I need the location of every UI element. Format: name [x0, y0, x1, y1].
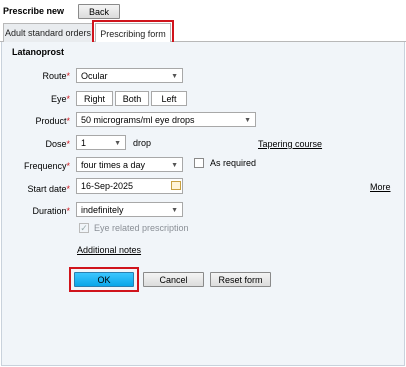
tab-highlight-box — [92, 20, 174, 44]
chevron-down-icon: ▼ — [244, 117, 251, 124]
chevron-down-icon: ▼ — [171, 162, 178, 169]
dose-unit: drop — [133, 138, 152, 148]
as-required-label: As required — [210, 158, 257, 168]
chevron-down-icon: ▼ — [114, 140, 121, 147]
duration-label: Duration* — [32, 206, 70, 216]
start-date-input[interactable]: 16-Sep-2025 — [76, 178, 183, 194]
dose-label: Dose* — [45, 139, 70, 149]
frequency-select[interactable]: four times a day ▼ — [76, 157, 183, 172]
eye-related-checkbox: ✓ — [79, 223, 89, 233]
prescribing-form-panel — [1, 42, 405, 366]
more-link[interactable]: More — [370, 182, 391, 192]
eye-label: Eye* — [50, 94, 70, 104]
ok-button[interactable]: OK — [74, 272, 134, 287]
start-date-label: Start date* — [27, 184, 70, 194]
tapering-course-link[interactable]: Tapering course — [258, 139, 322, 149]
product-label: Product* — [35, 116, 70, 126]
reset-form-button[interactable]: Reset form — [210, 272, 271, 287]
checkmark-icon: ✓ — [80, 223, 88, 233]
back-button[interactable]: Back — [78, 4, 120, 19]
page-title: Prescribe new — [3, 6, 65, 16]
chevron-down-icon: ▼ — [171, 207, 178, 214]
tab-adult-standard-orders[interactable]: Adult standard orders — [3, 23, 93, 42]
cancel-button[interactable]: Cancel — [143, 272, 204, 287]
additional-notes-link[interactable]: Additional notes — [77, 245, 141, 255]
frequency-label: Frequency* — [23, 161, 70, 171]
drug-name: Latanoprost — [12, 47, 65, 57]
duration-select[interactable]: indefinitely ▼ — [76, 202, 183, 217]
eye-right-button[interactable]: Right — [76, 91, 113, 106]
eye-left-button[interactable]: Left — [151, 91, 187, 106]
route-select[interactable]: Ocular ▼ — [76, 68, 183, 83]
chevron-down-icon: ▼ — [171, 73, 178, 80]
route-label: Route* — [42, 71, 70, 81]
as-required-checkbox[interactable] — [194, 158, 204, 168]
dose-select[interactable]: 1 ▼ — [76, 135, 126, 150]
product-select[interactable]: 50 micrograms/ml eye drops ▼ — [76, 112, 256, 127]
eye-both-button[interactable]: Both — [115, 91, 149, 106]
calendar-icon[interactable] — [171, 181, 181, 190]
eye-related-label: Eye related prescription — [94, 223, 189, 233]
